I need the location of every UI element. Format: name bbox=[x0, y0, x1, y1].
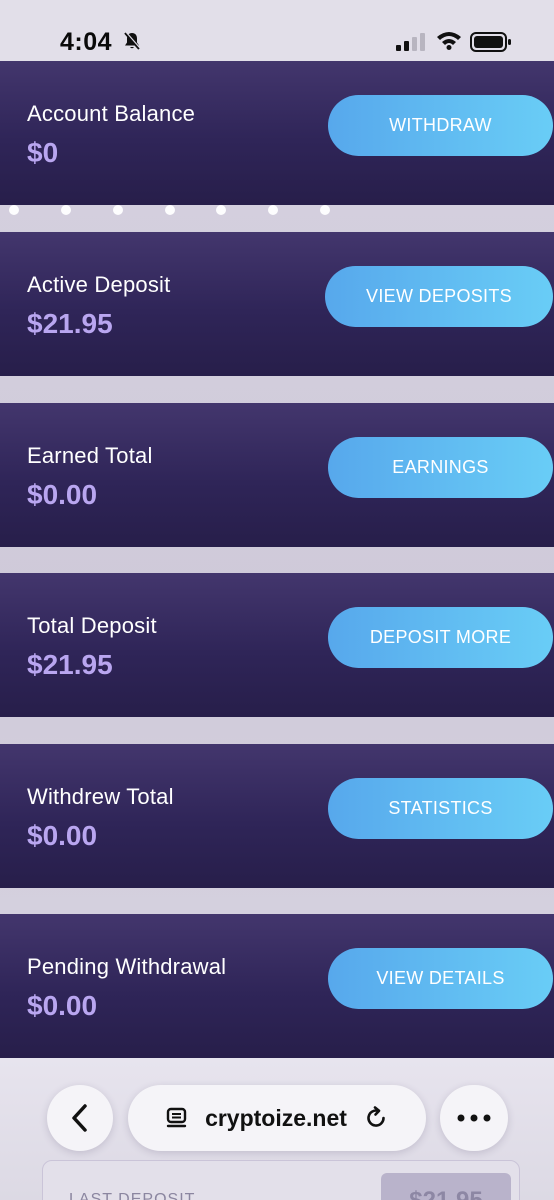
earned-total-card: Earned Total $0.00 EARNINGS bbox=[0, 403, 554, 547]
tabs-icon bbox=[166, 1107, 187, 1128]
status-time: 4:04 bbox=[60, 28, 113, 56]
deposit-more-button[interactable]: DEPOSIT MORE bbox=[328, 607, 553, 668]
last-deposit-label: LAST DEPOSIT bbox=[69, 1191, 196, 1200]
carousel-dot[interactable] bbox=[268, 205, 278, 215]
card-value: $21.95 bbox=[27, 308, 113, 339]
carousel-dot[interactable] bbox=[216, 205, 226, 215]
active-deposit-card: Active Deposit $21.95 VIEW DEPOSITS bbox=[0, 232, 554, 376]
card-value: $0.00 bbox=[27, 479, 98, 510]
card-value: $0.00 bbox=[27, 820, 98, 851]
card-label: Active Deposit bbox=[27, 272, 171, 297]
view-details-button[interactable]: VIEW DETAILS bbox=[328, 948, 553, 1009]
wifi-icon bbox=[437, 32, 461, 50]
card-value: $0 bbox=[27, 137, 59, 168]
card-label: Pending Withdrawal bbox=[27, 954, 227, 979]
earnings-button[interactable]: EARNINGS bbox=[328, 437, 553, 498]
card-label: Withdrew Total bbox=[27, 784, 174, 809]
card-label: Total Deposit bbox=[27, 613, 157, 638]
back-icon bbox=[72, 1104, 87, 1132]
back-button[interactable] bbox=[47, 1085, 113, 1151]
url-text: cryptoize.net bbox=[205, 1104, 347, 1131]
account-balance-card: Account Balance $0 WITHDRAW bbox=[0, 61, 554, 205]
card-value: $21.95 bbox=[27, 649, 113, 680]
carousel-dot[interactable] bbox=[61, 205, 71, 215]
carousel-dots bbox=[0, 203, 554, 217]
pending-withdrawal-card: Pending Withdrawal $0.00 VIEW DETAILS bbox=[0, 914, 554, 1058]
withdraw-button[interactable]: WITHDRAW bbox=[328, 95, 553, 156]
total-deposit-card: Total Deposit $21.95 DEPOSIT MORE bbox=[0, 573, 554, 717]
battery-icon bbox=[470, 32, 511, 52]
last-deposit-box: LAST DEPOSIT $21.95 bbox=[42, 1160, 520, 1200]
carousel-dot[interactable] bbox=[320, 205, 330, 215]
address-bar[interactable]: cryptoize.net bbox=[128, 1085, 426, 1151]
card-label: Account Balance bbox=[27, 101, 196, 126]
view-deposits-button[interactable]: VIEW DEPOSITS bbox=[325, 266, 553, 327]
withdrew-total-card: Withdrew Total $0.00 STATISTICS bbox=[0, 744, 554, 888]
carousel-dot[interactable] bbox=[9, 205, 19, 215]
card-value: $0.00 bbox=[27, 990, 98, 1021]
last-deposit-value: $21.95 bbox=[381, 1173, 511, 1200]
status-bar: 4:04 bbox=[0, 0, 554, 62]
more-button[interactable] bbox=[440, 1085, 508, 1151]
bell-slash-icon bbox=[124, 31, 141, 50]
reload-icon[interactable] bbox=[363, 1105, 389, 1131]
card-label: Earned Total bbox=[27, 443, 153, 468]
more-icon bbox=[457, 1114, 491, 1122]
carousel-dot[interactable] bbox=[113, 205, 123, 215]
carousel-dot[interactable] bbox=[165, 205, 175, 215]
signal-icon bbox=[396, 33, 425, 51]
statistics-button[interactable]: STATISTICS bbox=[328, 778, 553, 839]
